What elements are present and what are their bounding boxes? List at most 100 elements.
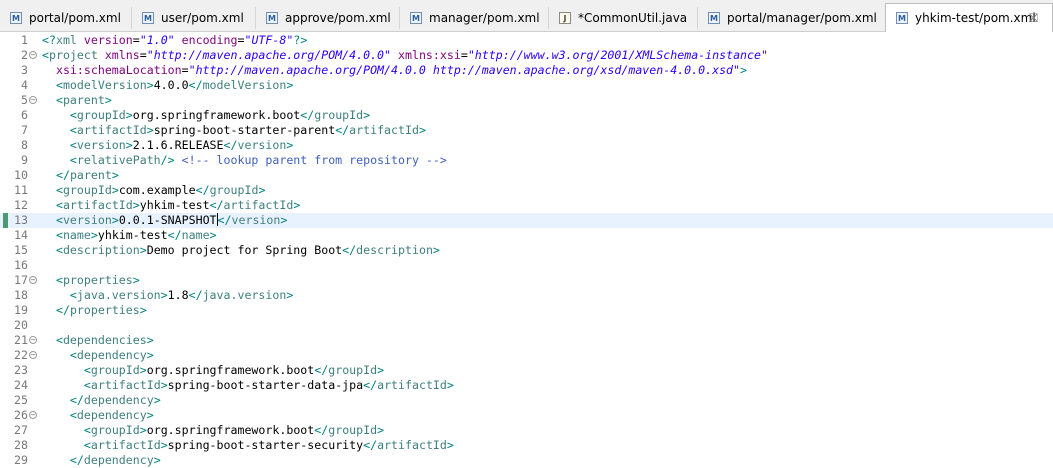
code-line[interactable]: 15 <description>Demo project for Spring … — [0, 243, 1053, 258]
code-text: <artifactId>spring-boot-starter-parent</… — [42, 123, 426, 138]
maven-file-icon: M — [896, 12, 908, 24]
fold-toggle-icon[interactable]: − — [29, 411, 37, 419]
line-number: 5 — [21, 93, 28, 107]
code-line[interactable]: 28 <artifactId>spring-boot-starter-secur… — [0, 438, 1053, 453]
code-token: </ — [342, 243, 357, 257]
code-token: </ — [55, 168, 70, 182]
code-text: <relativePath/> <!-- lookup parent from … — [42, 153, 447, 168]
fold-toggle-icon[interactable]: − — [29, 336, 37, 344]
code-token: spring-boot-starter-security — [167, 438, 364, 452]
code-token: > — [363, 108, 371, 122]
code-token: < — [55, 333, 63, 347]
code-text: </properties> — [42, 303, 147, 318]
code-line[interactable]: 20 — [0, 318, 1053, 333]
code-token: < — [55, 243, 63, 257]
code-line[interactable]: 14 <name>yhkim-test</name> — [0, 228, 1053, 243]
code-token: groupId — [90, 423, 140, 437]
code-line[interactable]: 26− <dependency> — [0, 408, 1053, 423]
code-token: </ — [69, 393, 84, 407]
code-line[interactable]: 4 <modelVersion>4.0.0</modelVersion> — [0, 78, 1053, 93]
code-token: > — [209, 228, 217, 242]
fold-toggle-icon[interactable]: − — [29, 351, 37, 359]
code-text: <artifactId>yhkim-test</artifactId> — [42, 198, 300, 213]
tab-portal-pom[interactable]: M portal/pom.xml — [0, 5, 132, 31]
code-line[interactable]: 21− <dependencies> — [0, 333, 1053, 348]
tab-label: portal/pom.xml — [29, 11, 121, 25]
code-line[interactable]: 3 xsi:schemaLocation="http://maven.apach… — [0, 63, 1053, 78]
code-text: xsi:schemaLocation="http://maven.apache.… — [42, 63, 747, 78]
code-text: <parent> — [42, 93, 112, 108]
code-line[interactable]: 6 <groupId>org.springframework.boot</gro… — [0, 108, 1053, 123]
code-token: spring-boot-starter-data-jpa — [167, 378, 364, 392]
maven-file-icon: M — [142, 12, 154, 24]
code-token: java.version — [202, 288, 287, 302]
line-number: 8 — [21, 138, 28, 152]
code-line[interactable]: 19 </properties> — [0, 303, 1053, 318]
code-token: </ — [363, 438, 378, 452]
code-token: Demo project for Spring Boot — [146, 243, 343, 257]
tab-portal-manager-pom[interactable]: M portal/manager/pom.xml — [698, 5, 885, 31]
line-number: 28 — [14, 438, 28, 452]
code-line[interactable]: 13 <version>0.0.1-SNAPSHOT</version> — [0, 213, 1053, 228]
code-token: > — [160, 288, 168, 302]
tab-yhkim-test-pom[interactable]: M yhkim-test/pom.xml ⛝ — [885, 3, 1053, 32]
code-line[interactable]: 16 — [0, 258, 1053, 273]
java-file-icon: J — [559, 12, 571, 24]
code-token: > — [280, 213, 288, 227]
code-token: </ — [217, 213, 232, 227]
line-number: 21 — [14, 333, 28, 347]
code-token: ?> — [293, 33, 308, 47]
code-token: > — [377, 423, 385, 437]
maven-file-icon: M — [410, 12, 422, 24]
code-line[interactable]: 5− <parent> — [0, 93, 1053, 108]
line-number: 3 — [21, 63, 28, 77]
code-line[interactable]: 29 </dependency> — [0, 453, 1053, 468]
code-token: <? — [42, 33, 56, 47]
code-line[interactable]: 8 <version>2.1.6.RELEASE</version> — [0, 138, 1053, 153]
line-number: 16 — [14, 258, 28, 272]
code-token: xml — [55, 33, 84, 47]
tab-user-pom[interactable]: M user/pom.xml — [132, 5, 256, 31]
code-line[interactable]: 25 </dependency> — [0, 393, 1053, 408]
tab-label: portal/manager/pom.xml — [727, 11, 877, 25]
code-line[interactable]: 17− <properties> — [0, 273, 1053, 288]
code-token: </ — [300, 108, 315, 122]
code-line[interactable]: 11 <groupId>com.example</groupId> — [0, 183, 1053, 198]
code-token: < — [69, 153, 77, 167]
code-token: < — [83, 423, 91, 437]
code-line[interactable]: 2− <project xmlns="http://maven.apache.or… — [0, 48, 1053, 63]
tab-approve-pom[interactable]: M approve/pom.xml — [256, 5, 400, 31]
code-line[interactable]: 9 <relativePath/> <!-- lookup parent fro… — [0, 153, 1053, 168]
code-token: > — [740, 63, 748, 77]
code-token: > — [418, 123, 426, 137]
fold-toggle-icon[interactable]: − — [29, 51, 37, 59]
code-line[interactable]: 23 <groupId>org.springframework.boot</gr… — [0, 363, 1053, 378]
code-token: > — [146, 333, 154, 347]
code-token: description — [356, 243, 433, 257]
code-token: name — [62, 228, 91, 242]
code-line[interactable]: 22− <dependency> — [0, 348, 1053, 363]
tab-commonutil-java[interactable]: J *CommonUtil.java — [549, 5, 698, 31]
code-token: < — [55, 228, 63, 242]
code-line[interactable]: 12 <artifactId>yhkim-test</artifactId> — [0, 198, 1053, 213]
fold-toggle-icon[interactable]: − — [29, 276, 37, 284]
code-token: > — [153, 393, 161, 407]
code-line[interactable]: 7 <artifactId>spring-boot-starter-parent… — [0, 123, 1053, 138]
code-line[interactable]: 18 <java.version>1.8</java.version> — [0, 288, 1053, 303]
code-line[interactable]: 27 <groupId>org.springframework.boot</gr… — [0, 423, 1053, 438]
close-icon[interactable]: ⛝ — [1029, 11, 1038, 26]
code-line[interactable]: 24 <artifactId>spring-boot-starter-data-… — [0, 378, 1053, 393]
code-text: <dependency> — [42, 348, 154, 363]
code-editor[interactable]: 1 <?xml version="1.0" encoding="UTF-8"?> 2… — [0, 32, 1053, 467]
code-token: dependency — [76, 348, 147, 362]
code-token: groupId — [90, 363, 140, 377]
code-line[interactable]: 10 </parent> — [0, 168, 1053, 183]
fold-toggle-icon[interactable]: − — [29, 96, 37, 104]
code-line[interactable]: 1 <?xml version="1.0" encoding="UTF-8"?> — [0, 33, 1053, 48]
code-token: > — [377, 363, 385, 377]
tab-manager-pom[interactable]: M manager/pom.xml — [400, 5, 549, 31]
code-token: < — [55, 93, 63, 107]
